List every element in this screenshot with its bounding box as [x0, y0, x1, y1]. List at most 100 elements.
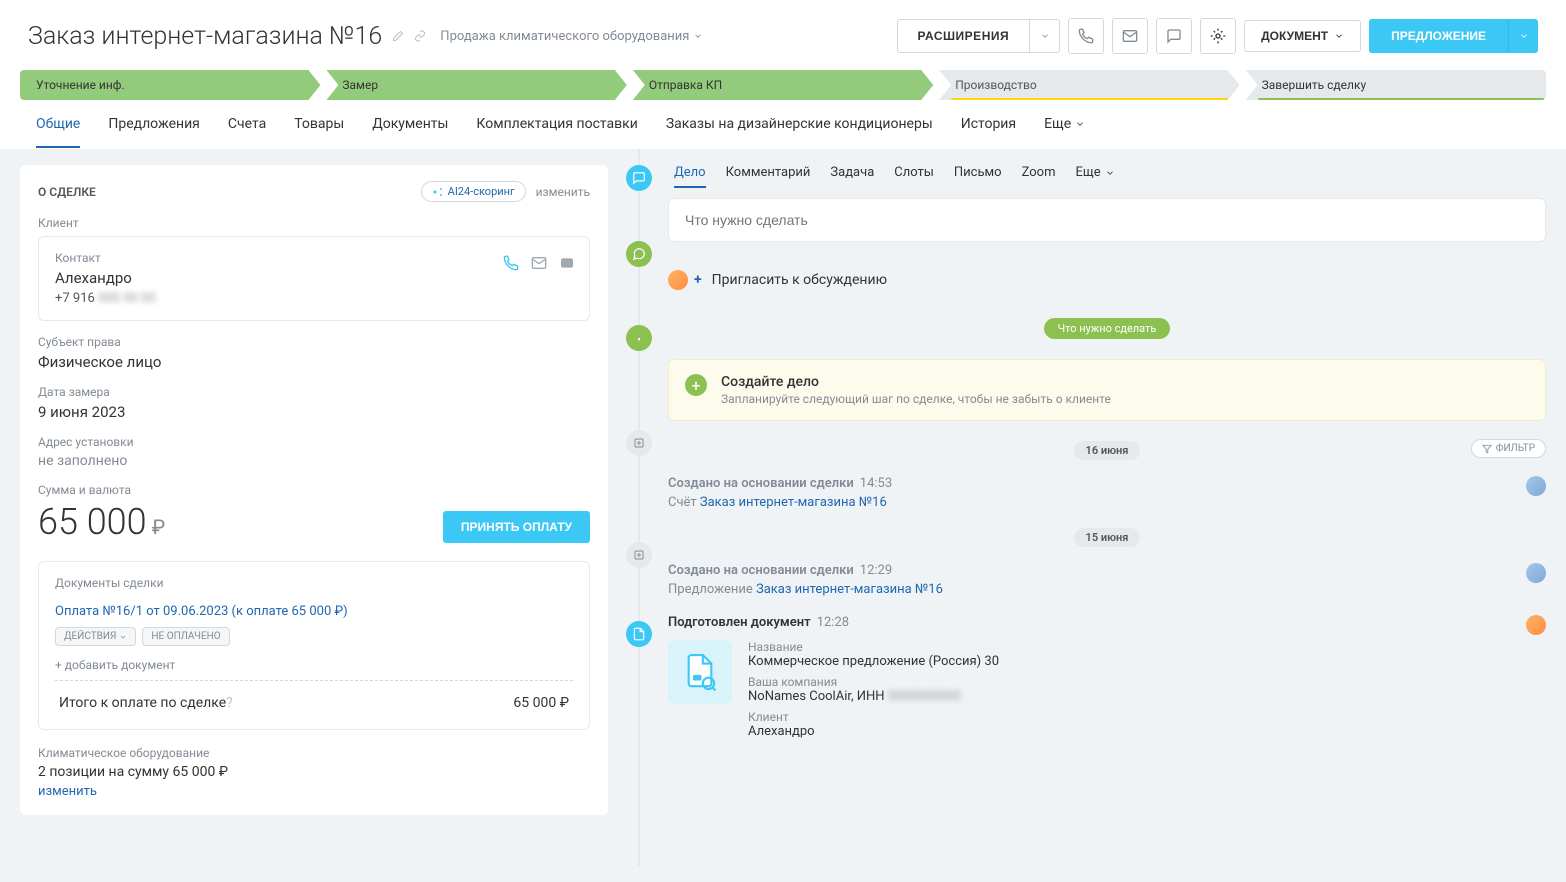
amount-value: 65 000 — [38, 501, 147, 543]
address-value: не заполнено — [38, 453, 590, 469]
client-label: Клиент — [38, 216, 590, 230]
contact-phone[interactable]: +7 916 000 00 00 — [55, 291, 573, 306]
tab-supply[interactable]: Комплектация поставки — [476, 116, 637, 148]
invite-plus-icon: + — [694, 272, 702, 288]
stage-3[interactable]: Отправка КП — [633, 70, 933, 100]
avatar-icon — [1526, 563, 1546, 583]
accept-payment-button[interactable]: ПРИНЯТЬ ОПЛАТУ — [443, 511, 590, 543]
event-1-link[interactable]: Заказ интернет-магазина №16 — [700, 495, 887, 510]
event-1: Создано на основании сделки14:53 Счёт За… — [668, 476, 1546, 510]
deal-title[interactable]: Заказ интернет-магазина №16 — [28, 22, 382, 51]
offer-button[interactable]: ПРЕДЛОЖЕНИЕ — [1369, 19, 1508, 53]
timeline-tabs: Дело Комментарий Задача Слоты Письмо Zoo… — [668, 165, 1546, 198]
extensions-button[interactable]: РАСШИРЕНИЯ — [897, 19, 1031, 53]
deal-direction[interactable]: Продажа климатического оборудования — [440, 29, 703, 44]
rtab-mail[interactable]: Письмо — [954, 165, 1002, 188]
date-1: 16 июня — [1074, 441, 1141, 460]
contact-label: Контакт — [55, 251, 573, 265]
amount-label: Сумма и валюта — [38, 483, 590, 497]
tab-more[interactable]: Еще — [1044, 116, 1085, 148]
phone-icon[interactable] — [1068, 18, 1104, 54]
avatar-icon — [1526, 476, 1546, 496]
currency-icon: ₽ — [152, 515, 165, 539]
filter-badge[interactable]: ФИЛЬТР — [1471, 439, 1546, 458]
plus-node-icon-2 — [626, 542, 652, 568]
header: Заказ интернет-магазина №16 Продажа клим… — [0, 0, 1566, 70]
doc-node-icon — [626, 621, 652, 647]
unpaid-badge: НЕ ОПЛАЧЕНО — [142, 627, 229, 646]
rtab-task[interactable]: Задача — [830, 165, 874, 188]
scoring-change[interactable]: изменить — [536, 185, 590, 199]
plus-node-icon — [626, 430, 652, 456]
about-deal-title: О СДЕЛКЕ — [38, 185, 96, 199]
tab-general[interactable]: Общие — [36, 116, 80, 148]
doc-thumb-icon[interactable] — [668, 640, 732, 704]
total-value: 65 000 ₽ — [513, 695, 569, 711]
contact-chat-icon[interactable] — [559, 255, 575, 271]
edit-icon[interactable] — [392, 30, 404, 42]
equip-line: 2 позиции на сумму 65 000 ₽ — [38, 764, 590, 780]
doc-company-value: NoNames CoolAir, ИНН 0000000000 — [748, 689, 999, 704]
left-panel: О СДЕЛКЕ AI24-скоринг изменить Клиент Ко… — [0, 149, 608, 866]
invite-avatar-icon — [668, 270, 688, 290]
chat-icon[interactable] — [1156, 18, 1192, 54]
address-label: Адрес установки — [38, 435, 590, 449]
chat-node-icon — [626, 165, 652, 191]
phone-call-icon[interactable] — [503, 255, 519, 271]
tab-accounts[interactable]: Счета — [228, 116, 266, 148]
equip-edit[interactable]: изменить — [38, 784, 97, 799]
rtab-comment[interactable]: Комментарий — [726, 165, 811, 188]
link-icon[interactable] — [414, 30, 426, 42]
equip-label: Климатическое оборудование — [38, 746, 590, 760]
contact-card[interactable]: Контакт Алехандро +7 916 000 00 00 — [38, 236, 590, 321]
doc-name-label: Название — [748, 640, 999, 654]
event-3: Подготовлен документ12:28 Название Комме… — [668, 615, 1546, 745]
rtab-zoom[interactable]: Zoom — [1022, 165, 1056, 188]
actions-badge[interactable]: ДЕЙСТВИЯ — [55, 627, 136, 646]
tab-products[interactable]: Товары — [294, 116, 344, 148]
tab-documents[interactable]: Документы — [372, 116, 448, 148]
hint-plus-icon: + — [685, 374, 707, 396]
tab-orders[interactable]: Заказы на дизайнерские кондиционеры — [666, 116, 933, 148]
rtab-more[interactable]: Еще — [1075, 165, 1114, 188]
gear-icon[interactable] — [1200, 18, 1236, 54]
offer-dropdown[interactable] — [1508, 19, 1538, 53]
event-2: Создано на основании сделки12:29 Предлож… — [668, 563, 1546, 597]
invite-row[interactable]: + Пригласить к обсуждению — [668, 270, 1546, 290]
payment-doc-link[interactable]: Оплата №16/1 от 09.06.2023 (к оплате 65 … — [55, 604, 573, 619]
tab-bar: Общие Предложения Счета Товары Документы… — [0, 102, 1566, 149]
doc-client-label: Клиент — [748, 710, 999, 724]
tab-offers[interactable]: Предложения — [108, 116, 200, 148]
stage-bar: Уточнение инф. Замер Отправка КП Произво… — [0, 70, 1566, 102]
tab-history[interactable]: История — [961, 116, 1016, 148]
hint-text: Запланируйте следующий шаг по сделке, чт… — [721, 392, 1111, 406]
rtab-deal[interactable]: Дело — [674, 165, 706, 188]
date-2: 15 июня — [1074, 528, 1141, 547]
document-button[interactable]: ДОКУМЕНТ — [1244, 20, 1361, 52]
subject-label: Субъект права — [38, 335, 590, 349]
avatar-icon — [1526, 615, 1546, 635]
contact-mail-icon[interactable] — [531, 255, 547, 271]
hint-title: Создайте дело — [721, 374, 1111, 390]
hint-card[interactable]: + Создайте дело Запланируйте следующий ш… — [668, 359, 1546, 421]
extensions-dropdown[interactable] — [1030, 19, 1060, 53]
event-2-link[interactable]: Заказ интернет-магазина №16 — [756, 582, 943, 597]
add-document[interactable]: + добавить документ — [55, 658, 573, 681]
measure-date-label: Дата замера — [38, 385, 590, 399]
stage-1[interactable]: Уточнение инф. — [20, 70, 320, 100]
info-node-icon — [626, 325, 652, 351]
rtab-slots[interactable]: Слоты — [894, 165, 934, 188]
contact-name: Алехандро — [55, 269, 573, 287]
subject-value: Физическое лицо — [38, 353, 590, 371]
stage-4[interactable]: Производство — [939, 70, 1239, 100]
docs-label: Документы сделки — [55, 576, 573, 590]
comment-node-icon — [626, 241, 652, 267]
mail-icon[interactable] — [1112, 18, 1148, 54]
stage-2[interactable]: Замер — [326, 70, 626, 100]
scoring-tag[interactable]: AI24-скоринг — [421, 181, 526, 202]
doc-name-value: Коммерческое предложение (Россия) 30 — [748, 654, 999, 669]
right-panel: Дело Комментарий Задача Слоты Письмо Zoo… — [608, 149, 1566, 866]
todo-input[interactable] — [668, 198, 1546, 242]
stage-5[interactable]: Завершить сделку — [1246, 70, 1546, 100]
doc-company-label: Ваша компания — [748, 675, 999, 689]
